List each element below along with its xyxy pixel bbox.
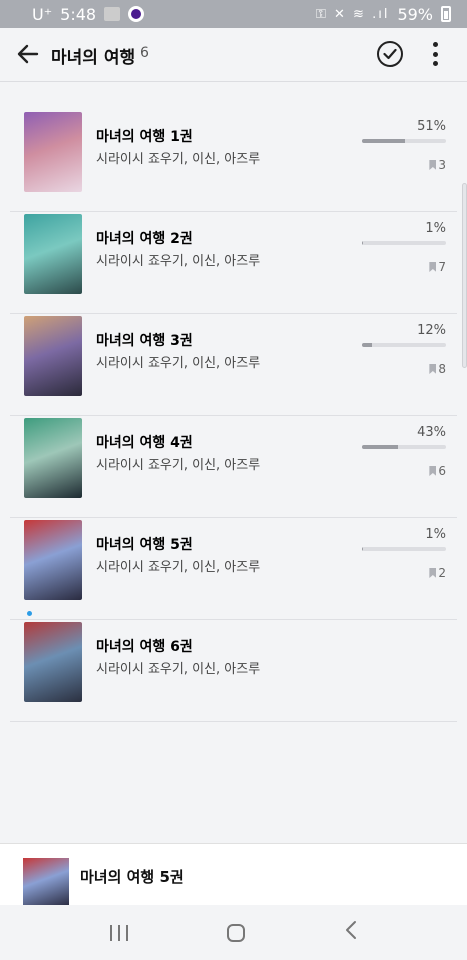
book-author: 시라이시 죠우기, 이신, 아즈루 (96, 560, 261, 575)
bookmark-number: 7 (438, 260, 446, 274)
recent-apps-button[interactable] (109, 924, 128, 941)
nav-back-button[interactable] (344, 920, 358, 946)
book-cover (24, 214, 82, 294)
progress-percent: 51% (417, 119, 446, 134)
new-indicator-dot (27, 611, 32, 616)
bookmark-icon (429, 262, 437, 272)
now-reading-bar[interactable]: 마녀의 여행 5권 (0, 843, 467, 906)
select-button[interactable] (377, 41, 403, 67)
bookmark-icon (429, 466, 437, 476)
recent-bar-icon (117, 924, 120, 941)
book-author: 시라이시 죠우기, 이신, 아즈루 (96, 662, 261, 677)
progress-percent: 1% (425, 527, 446, 542)
item-count: 6 (140, 45, 149, 61)
page-title: 마녀의 여행 (51, 48, 136, 68)
book-title: 마녀의 여행 3권 (96, 333, 193, 349)
progress-percent: 43% (417, 425, 446, 440)
progress-bar (362, 343, 446, 347)
arrow-left-icon (17, 44, 39, 64)
system-nav-bar (0, 905, 467, 960)
bookmark-count: 8 (429, 362, 446, 376)
home-button[interactable] (226, 923, 245, 942)
book-cover (24, 112, 82, 192)
bookmark-count: 3 (429, 158, 446, 172)
book-title: 마녀의 여행 2권 (96, 231, 193, 247)
progress-fill (362, 547, 363, 551)
bookmark-icon (429, 568, 437, 578)
book-row[interactable]: 마녀의 여행 2권 시라이시 죠우기, 이신, 아즈루 1% 7 (10, 212, 457, 314)
bookmark-count: 6 (429, 464, 446, 478)
bookmark-number: 2 (438, 566, 446, 580)
progress-bar (362, 445, 446, 449)
more-dot-icon (432, 42, 438, 47)
book-list: 마녀의 여행 1권 시라이시 죠우기, 이신, 아즈루 51% 3 마녀의 여행… (0, 110, 467, 722)
progress-bar (362, 547, 446, 551)
book-author: 시라이시 죠우기, 이신, 아즈루 (96, 152, 261, 167)
carrier-label: U⁺ (32, 4, 53, 24)
book-row[interactable]: 마녀의 여행 4권 시라이시 죠우기, 이신, 아즈루 43% 6 (10, 416, 457, 518)
bookmark-icon (429, 364, 437, 374)
progress-bar (362, 241, 446, 245)
bookmark-number: 8 (438, 362, 446, 376)
book-author: 시라이시 죠우기, 이신, 아즈루 (96, 458, 261, 473)
more-options-button[interactable] (424, 42, 446, 66)
book-author: 시라이시 죠우기, 이신, 아즈루 (96, 356, 261, 371)
book-title: 마녀의 여행 6권 (96, 639, 193, 655)
more-dot-icon (432, 61, 438, 66)
more-dot-icon (432, 51, 438, 57)
progress-fill (362, 445, 399, 449)
app-notification-icon (128, 6, 145, 22)
chevron-left-icon (345, 920, 356, 939)
battery-percent: 59% (397, 4, 433, 24)
bookmark-count: 2 (429, 566, 446, 580)
bookmark-count: 7 (429, 260, 446, 274)
book-cover (24, 622, 82, 702)
notification-icon (104, 7, 121, 21)
progress-percent: 12% (417, 323, 446, 338)
progress-bar (362, 139, 446, 143)
book-row[interactable]: 마녀의 여행 3권 시라이시 죠우기, 이신, 아즈루 12% 8 (10, 314, 457, 416)
check-icon (383, 48, 397, 60)
progress-percent: 1% (425, 221, 446, 236)
now-reading-title: 마녀의 여행 5권 (80, 868, 184, 886)
book-title: 마녀의 여행 4권 (96, 435, 193, 451)
bookmark-number: 6 (438, 464, 446, 478)
progress-fill (362, 139, 405, 143)
bookmark-number: 3 (438, 158, 446, 172)
battery-icon (441, 6, 451, 22)
book-title: 마녀의 여행 5권 (96, 537, 193, 553)
scroll-handle[interactable] (462, 183, 467, 368)
progress-fill (362, 343, 373, 347)
signal-icons: ⚿ ✕ ≋ .ıl (316, 6, 390, 22)
recent-bar-icon (109, 924, 112, 941)
back-button[interactable] (14, 40, 42, 68)
status-bar: U⁺ 5:48 ⚿ ✕ ≋ .ıl 59% (0, 0, 467, 28)
recent-bar-icon (125, 924, 128, 941)
book-row[interactable]: 마녀의 여행 5권 시라이시 죠우기, 이신, 아즈루 1% 2 (10, 518, 457, 620)
book-cover (24, 316, 82, 396)
book-title: 마녀의 여행 1권 (96, 129, 193, 145)
book-row[interactable]: 마녀의 여행 6권 시라이시 죠우기, 이신, 아즈루 (10, 620, 457, 722)
book-cover (24, 520, 82, 600)
book-row[interactable]: 마녀의 여행 1권 시라이시 죠우기, 이신, 아즈루 51% 3 (10, 110, 457, 212)
clock: 5:48 (60, 4, 97, 24)
bookmark-icon (429, 160, 437, 170)
now-reading-cover (23, 858, 69, 906)
progress-fill (362, 241, 363, 245)
book-cover (24, 418, 82, 498)
book-author: 시라이시 죠우기, 이신, 아즈루 (96, 254, 261, 269)
app-bar: 마녀의 여행 6 (0, 28, 467, 82)
